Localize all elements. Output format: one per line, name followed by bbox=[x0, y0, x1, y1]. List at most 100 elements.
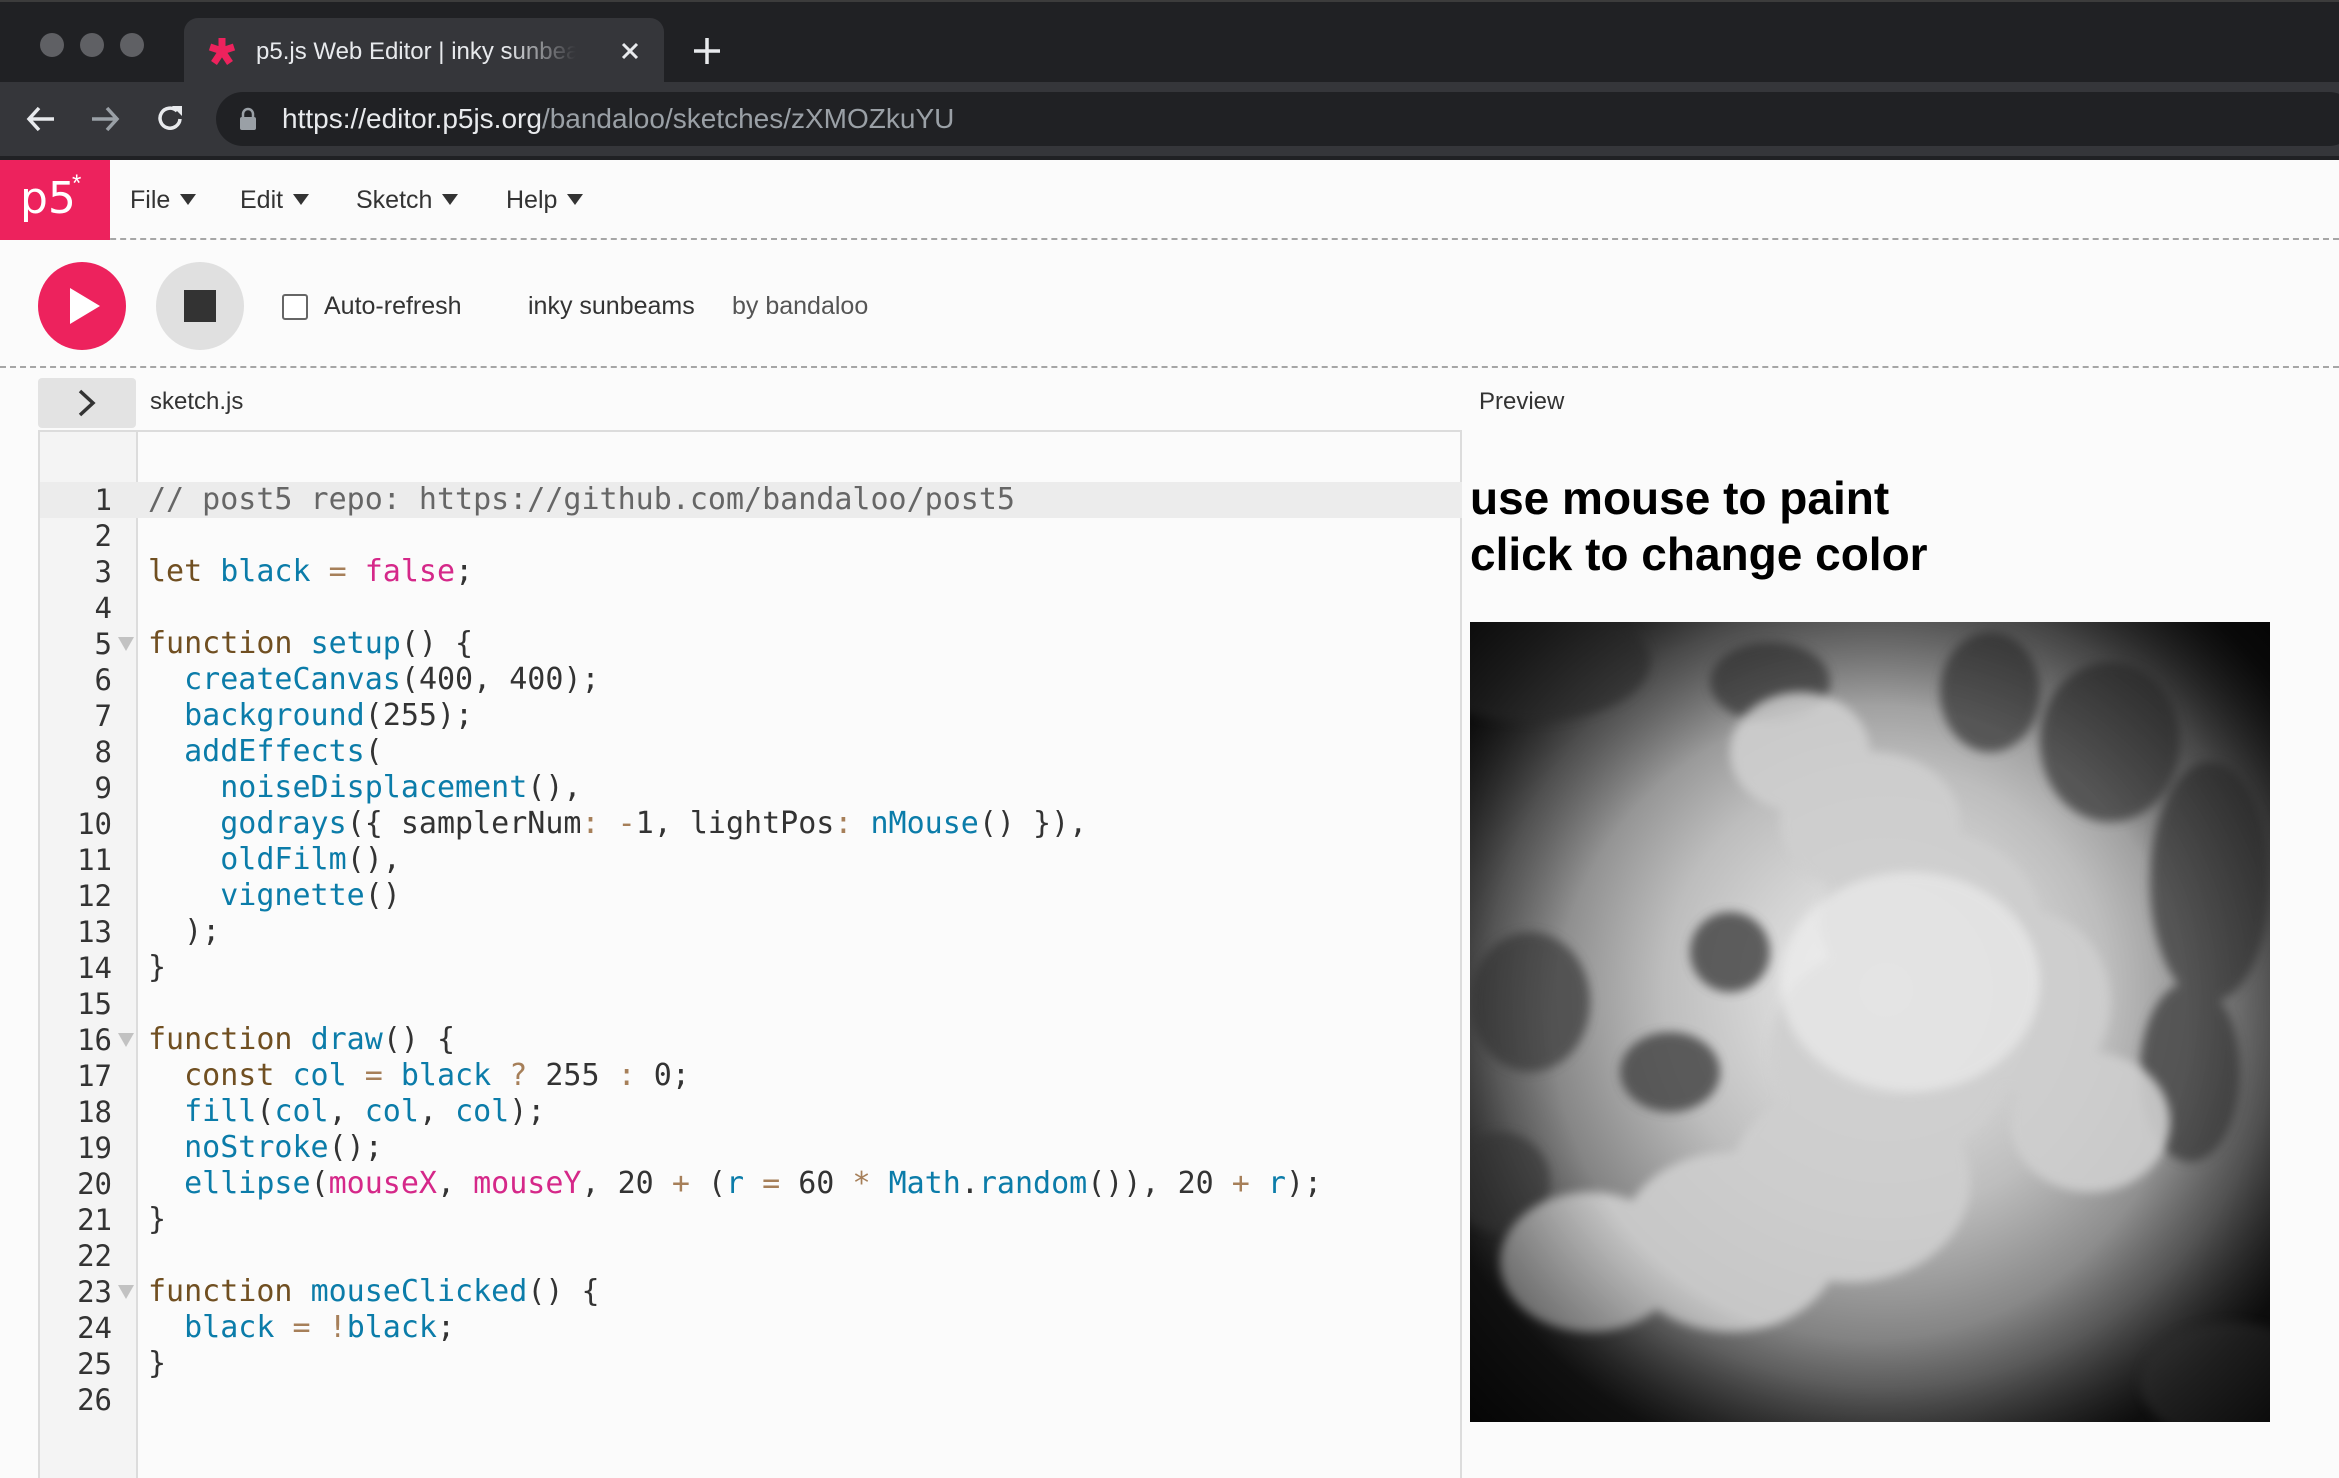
browser-tab[interactable]: p5.js Web Editor | inky sunbeams bbox=[184, 18, 664, 84]
code-line[interactable]: 1 // post5 repo: https://github.com/banda… bbox=[40, 482, 1460, 518]
code-line[interactable]: 19 noStroke(); bbox=[40, 1130, 1460, 1166]
browser-toolbar: https://editor.p5js.org/bandaloo/sketche… bbox=[0, 82, 2339, 156]
sketch-name[interactable]: inky sunbeams bbox=[528, 290, 695, 322]
window-minimize-dot[interactable] bbox=[80, 33, 104, 57]
code-text: let black = false; bbox=[148, 554, 474, 589]
fold-triangle-icon[interactable] bbox=[118, 637, 134, 651]
code-line[interactable]: 10 godrays({ samplerNum: -1, lightPos: n… bbox=[40, 806, 1460, 842]
p5-asterisk-icon bbox=[208, 38, 236, 65]
line-number: 10 bbox=[77, 807, 112, 841]
line-number: 4 bbox=[94, 591, 112, 625]
stop-button[interactable] bbox=[156, 262, 244, 350]
fold-triangle-icon[interactable] bbox=[118, 1033, 134, 1047]
url-text: https://editor.p5js.org/bandaloo/sketche… bbox=[282, 92, 954, 146]
lock-icon bbox=[240, 107, 256, 130]
forward-arrow-icon[interactable] bbox=[88, 102, 122, 136]
play-button[interactable] bbox=[38, 262, 126, 350]
sketch-canvas[interactable] bbox=[1470, 622, 2270, 1422]
code-line[interactable]: 24 black = !black; bbox=[40, 1310, 1460, 1346]
file-tab-name[interactable]: sketch.js bbox=[150, 386, 243, 418]
line-number: 22 bbox=[77, 1239, 112, 1273]
code-line[interactable]: 6 createCanvas(400, 400); bbox=[40, 662, 1460, 698]
code-text: } bbox=[148, 1202, 167, 1237]
menu-help[interactable]: Help bbox=[506, 184, 584, 216]
code-text: vignette() bbox=[220, 878, 401, 913]
code-text: createCanvas(400, 400); bbox=[184, 662, 600, 697]
line-number: 23 bbox=[77, 1275, 112, 1309]
address-bar[interactable]: https://editor.p5js.org/bandaloo/sketche… bbox=[216, 92, 2339, 146]
browser-tab-strip: p5.js Web Editor | inky sunbeams bbox=[0, 0, 2339, 84]
code-line[interactable]: 4 bbox=[40, 590, 1460, 626]
code-text: godrays({ samplerNum: -1, lightPos: nMou… bbox=[220, 806, 1088, 841]
line-number: 11 bbox=[77, 843, 112, 877]
tab-title: p5.js Web Editor | inky sunbeams bbox=[256, 38, 576, 65]
reload-icon[interactable] bbox=[153, 102, 187, 136]
menu-sketch-label: Sketch bbox=[356, 186, 433, 214]
line-number: 26 bbox=[77, 1383, 112, 1417]
sketch-owner[interactable]: by bandaloo bbox=[732, 290, 868, 322]
line-number: 20 bbox=[77, 1167, 112, 1201]
line-number: 24 bbox=[77, 1311, 112, 1345]
code-text: addEffects( bbox=[184, 734, 383, 769]
line-number: 7 bbox=[94, 699, 112, 733]
code-lines[interactable]: 1 // post5 repo: https://github.com/banda… bbox=[40, 482, 1460, 1418]
code-line[interactable]: 3 let black = false; bbox=[40, 554, 1460, 590]
code-line[interactable]: 8 addEffects( bbox=[40, 734, 1460, 770]
menu-edit[interactable]: Edit bbox=[240, 184, 310, 216]
menu-sketch[interactable]: Sketch bbox=[356, 184, 459, 216]
back-arrow-icon[interactable] bbox=[24, 102, 58, 136]
code-line[interactable]: 26 bbox=[40, 1382, 1460, 1418]
p5-logo[interactable]: p5 * bbox=[0, 160, 110, 240]
code-line[interactable]: 18 fill(col, col, col); bbox=[40, 1094, 1460, 1130]
logo-text: p5 bbox=[20, 173, 76, 224]
code-line[interactable]: 5 function setup() { bbox=[40, 626, 1460, 662]
code-text: function setup() { bbox=[148, 626, 474, 661]
url-path: /bandaloo/sketches/zXMOZkuYU bbox=[541, 103, 955, 134]
code-line[interactable]: 2 bbox=[40, 518, 1460, 554]
code-line[interactable]: 22 bbox=[40, 1238, 1460, 1274]
fold-triangle-icon[interactable] bbox=[118, 1285, 134, 1299]
line-number: 12 bbox=[77, 879, 112, 913]
line-number: 13 bbox=[77, 915, 112, 949]
line-number: 15 bbox=[77, 987, 112, 1021]
chevron-right-icon bbox=[78, 389, 96, 417]
window-close-dot[interactable] bbox=[40, 33, 64, 57]
line-number: 6 bbox=[94, 663, 112, 697]
editor-menubar: p5 * File Edit Sketch Help bbox=[0, 160, 2339, 240]
preview-line-1: use mouse to paint bbox=[1470, 472, 1890, 524]
code-line[interactable]: 7 background(255); bbox=[40, 698, 1460, 734]
code-line[interactable]: 15 bbox=[40, 986, 1460, 1022]
code-editor[interactable]: 1 // post5 repo: https://github.com/banda… bbox=[38, 430, 1462, 1478]
menu-file-label: File bbox=[130, 186, 171, 214]
code-text: background(255); bbox=[184, 698, 474, 733]
line-number: 2 bbox=[94, 519, 112, 553]
code-line[interactable]: 21} bbox=[40, 1202, 1460, 1238]
autorefresh-checkbox[interactable] bbox=[282, 294, 308, 320]
code-line[interactable]: 20 ellipse(mouseX, mouseY, 20 + (r = 60 … bbox=[40, 1166, 1460, 1202]
code-line[interactable]: 11 oldFilm(), bbox=[40, 842, 1460, 878]
code-text: ellipse(mouseX, mouseY, 20 + (r = 60 * M… bbox=[184, 1166, 1323, 1201]
code-line[interactable]: 23 function mouseClicked() { bbox=[40, 1274, 1460, 1310]
autorefresh-label[interactable]: Auto-refresh bbox=[324, 290, 462, 322]
menu-edit-label: Edit bbox=[240, 186, 284, 214]
preview-label: Preview bbox=[1479, 388, 1565, 415]
editor-toolbar: Auto-refresh inky sunbeams by bandaloo bbox=[0, 242, 2339, 368]
code-line[interactable]: 17 const col = black ? 255 : 0; bbox=[40, 1058, 1460, 1094]
window-zoom-dot[interactable] bbox=[120, 33, 144, 57]
menu-file[interactable]: File bbox=[130, 184, 197, 216]
code-text: function mouseClicked() { bbox=[148, 1274, 600, 1309]
line-number: 16 bbox=[77, 1023, 112, 1057]
code-line[interactable]: 12 vignette() bbox=[40, 878, 1460, 914]
chevron-down-icon bbox=[442, 193, 459, 205]
url-origin: https://editor.p5js.org bbox=[282, 103, 542, 134]
code-line[interactable]: 14} bbox=[40, 950, 1460, 986]
code-line[interactable]: 16 function draw() { bbox=[40, 1022, 1460, 1058]
stop-icon bbox=[184, 290, 216, 322]
close-icon[interactable] bbox=[616, 37, 644, 65]
line-number: 14 bbox=[77, 951, 112, 985]
code-line[interactable]: 13 ); bbox=[40, 914, 1460, 950]
code-line[interactable]: 9 noiseDisplacement(), bbox=[40, 770, 1460, 806]
sidebar-toggle-button[interactable] bbox=[38, 378, 136, 428]
code-line[interactable]: 25} bbox=[40, 1346, 1460, 1382]
new-tab-plus-icon[interactable] bbox=[690, 34, 724, 68]
